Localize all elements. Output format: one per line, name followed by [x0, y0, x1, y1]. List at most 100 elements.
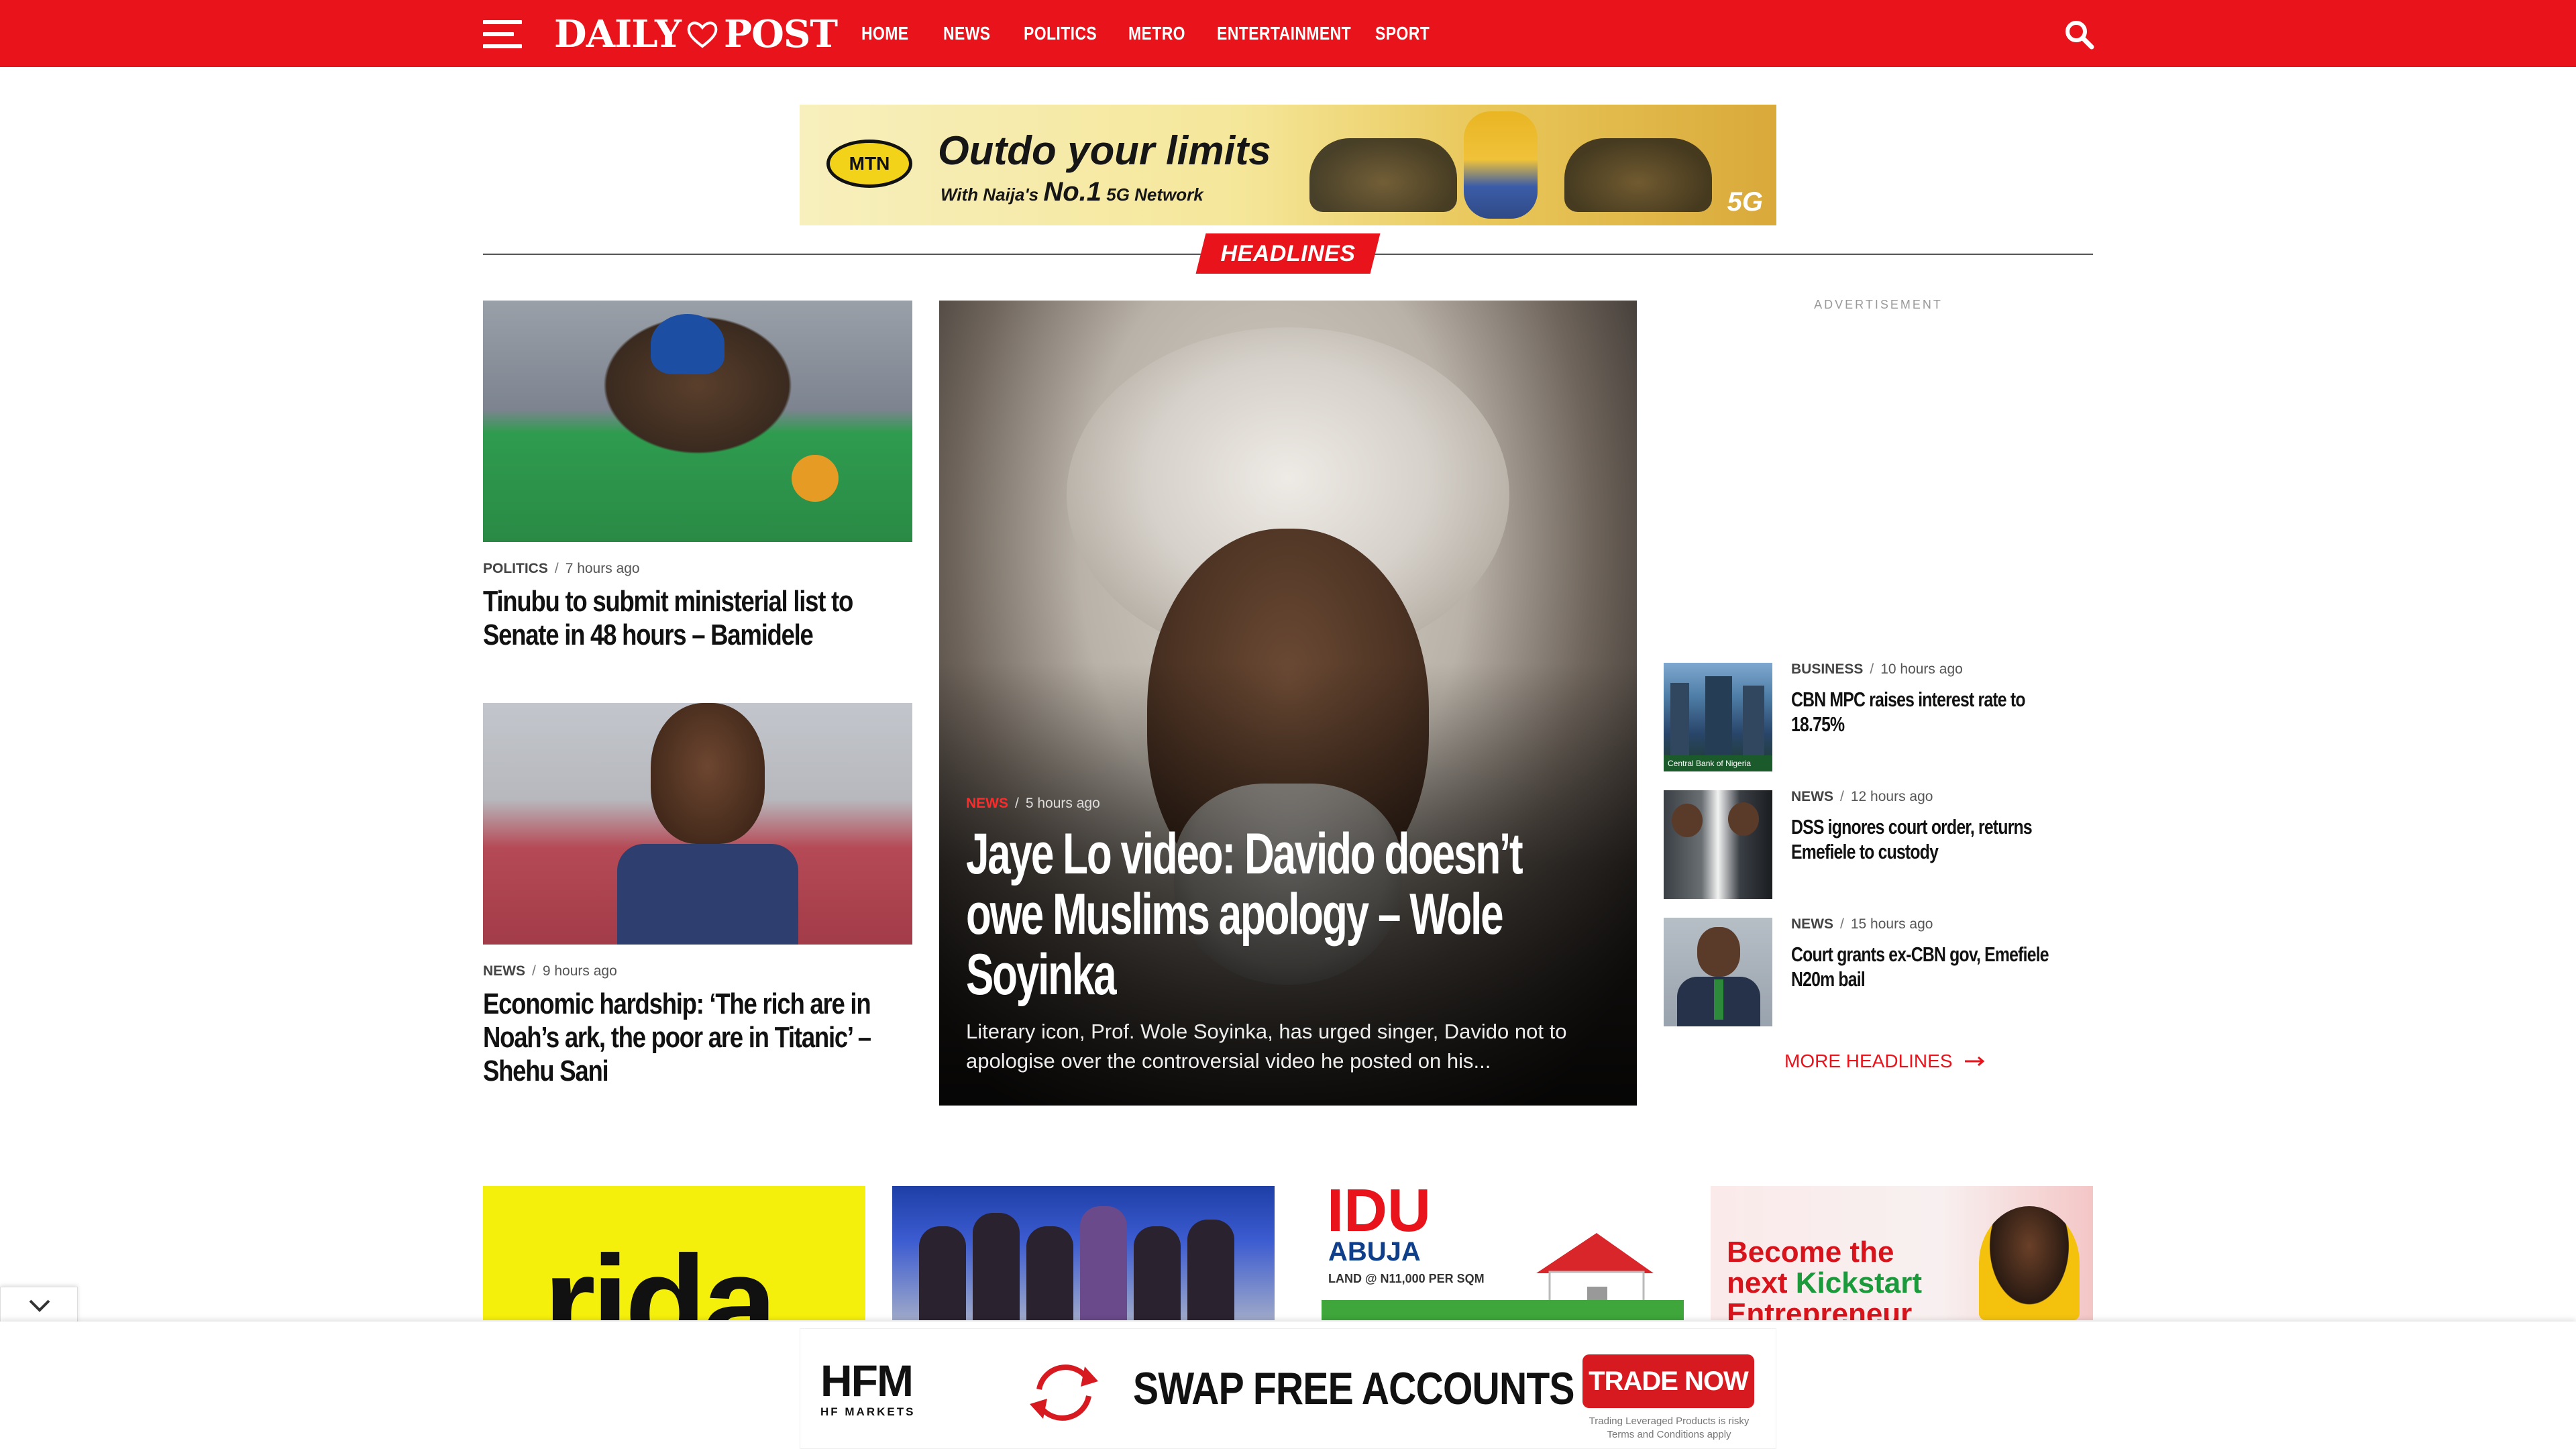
person-shape — [1187, 1220, 1234, 1320]
sidebar-time: 12 hours ago — [1850, 789, 1933, 804]
more-headlines-link[interactable]: MORE HEADLINES — [1784, 1051, 1985, 1072]
chevron-down-icon — [29, 1299, 50, 1312]
ad-slogan: Outdo your limits — [938, 128, 1271, 173]
face-shape — [1728, 802, 1759, 836]
sidebar-meta: BUSINESS / 10 hours ago — [1791, 661, 1963, 678]
bottom-banner-ad[interactable]: HFM HF MARKETS SWAP FREE ACCOUNTS TRADE … — [800, 1328, 1776, 1449]
logo-left-text: DAILY — [554, 12, 682, 56]
kickstart-line-2: next Kickstart — [1727, 1267, 1923, 1299]
article-meta: POLITICS / 7 hours ago — [483, 561, 640, 577]
article-time: 7 hours ago — [565, 561, 640, 576]
sidebar-meta: NEWS / 12 hours ago — [1791, 789, 1933, 805]
sticky-ad-collapse-button[interactable] — [0, 1287, 78, 1323]
sidebar-time: 10 hours ago — [1880, 661, 1963, 677]
nav-news[interactable]: NEWS — [943, 20, 990, 47]
trade-now-button[interactable]: TRADE NOW — [1582, 1354, 1754, 1408]
thumbnail-caption: Central Bank of Nigeria — [1664, 755, 1772, 771]
tie-shape — [1714, 979, 1723, 1020]
nav-politics[interactable]: POLITICS — [1024, 20, 1097, 47]
sidebar-category[interactable]: NEWS — [1791, 916, 1833, 932]
ad-disclaimer: Trading Leveraged Products is risky Term… — [1578, 1415, 1760, 1442]
ad-disclaimer-line-1: Trading Leveraged Products is risky — [1589, 1415, 1750, 1427]
person-shape — [919, 1226, 966, 1320]
site-logo[interactable]: DAILY POST — [554, 12, 838, 56]
search-icon[interactable] — [2063, 19, 2094, 50]
face-shape — [1672, 804, 1703, 837]
bottom-tile-group-photo[interactable] — [892, 1186, 1275, 1320]
ad-car-image-left — [1309, 138, 1457, 212]
ad-sub-suffix: 5G Network — [1106, 184, 1203, 205]
ad-rider-image — [1464, 111, 1538, 219]
person-shape — [1134, 1226, 1181, 1320]
arrow-right-icon — [1964, 1056, 1984, 1067]
meta-separator: / — [554, 561, 559, 576]
ad-sub-prefix: With Naija's — [941, 184, 1039, 205]
emefiele-custody-thumbnail[interactable] — [1664, 790, 1772, 899]
grass-strip — [1322, 1300, 1684, 1320]
article-title[interactable]: Economic hardship: ‘The rich are in Noah… — [483, 987, 906, 1088]
nav-sport[interactable]: SPORT — [1375, 20, 1430, 47]
kickstart-line-1: Become the — [1727, 1236, 1894, 1269]
ad-car-image-right — [1564, 138, 1712, 212]
article-time: 9 hours ago — [542, 963, 617, 979]
rida-logo-text: rida — [543, 1228, 777, 1320]
sidebar-title[interactable]: Court grants ex-CBN gov, Emefiele N20m b… — [1791, 942, 2070, 991]
featured-title[interactable]: Jaye Lo video: Davido doesn’t owe Muslim… — [966, 824, 1526, 1005]
idu-price: LAND @ N11,000 PER SQM — [1328, 1272, 1485, 1285]
bottom-tile-kickstart-ad[interactable]: Become the next Kickstart Entrepreneur — [1711, 1186, 2093, 1320]
hfm-brand: HFM — [820, 1356, 914, 1405]
nav-home[interactable]: HOME — [861, 20, 908, 47]
suit-shape — [617, 844, 798, 945]
face-shape — [651, 703, 765, 844]
meta-separator: / — [1840, 789, 1844, 804]
meta-separator: / — [1870, 661, 1874, 677]
featured-excerpt: Literary icon, Prof. Wole Soyinka, has u… — [966, 1020, 1567, 1073]
meta-separator: / — [532, 963, 536, 979]
sidebar-meta: NEWS / 15 hours ago — [1791, 916, 1933, 932]
swap-arrows-icon — [1030, 1364, 1098, 1421]
article-title[interactable]: Tinubu to submit ministerial list to Sen… — [483, 585, 906, 652]
featured-article[interactable]: NEWS / 5 hours ago Jaye Lo video: Davido… — [939, 301, 1637, 1106]
logo-right-text: POST — [723, 12, 838, 56]
sidebar-category[interactable]: NEWS — [1791, 789, 1833, 805]
article-meta: NEWS / 9 hours ago — [483, 963, 617, 979]
ad-disclaimer-line-2: Terms and Conditions apply — [1607, 1429, 1731, 1440]
kickstart-person-image — [1979, 1206, 2080, 1320]
nav-metro[interactable]: METRO — [1128, 20, 1185, 47]
kickstart-headline: Become the next Kickstart Entrepreneur — [1727, 1236, 1923, 1321]
building-shape — [1743, 686, 1764, 757]
logo-heart-icon — [687, 21, 718, 48]
featured-category[interactable]: NEWS — [966, 796, 1008, 812]
meta-separator: / — [1015, 796, 1019, 811]
featured-time: 5 hours ago — [1025, 796, 1100, 811]
hamburger-menu-icon[interactable] — [483, 20, 522, 48]
face-shape — [1697, 927, 1740, 977]
sidebar-category[interactable]: BUSINESS — [1791, 661, 1863, 678]
person-shape — [1080, 1206, 1127, 1320]
building-shape — [1670, 683, 1689, 757]
cbn-building-thumbnail[interactable]: Central Bank of Nigeria — [1664, 663, 1772, 771]
kickstart-line-3: Entrepreneur — [1727, 1297, 1913, 1321]
meta-separator: / — [1840, 916, 1844, 932]
article-image-shehu-sani[interactable] — [483, 703, 912, 945]
emefiele-bail-thumbnail[interactable] — [1664, 918, 1772, 1026]
bottom-tile-idu-abuja-ad[interactable]: IDU ABUJA LAND @ N11,000 PER SQM — [1322, 1186, 1684, 1320]
advertisement-label: ADVERTISEMENT — [1814, 298, 1943, 311]
person-shape — [973, 1213, 1020, 1320]
bottom-tile-rida[interactable]: rida — [483, 1186, 865, 1320]
article-category[interactable]: NEWS — [483, 963, 525, 979]
sidebar-title[interactable]: CBN MPC raises interest rate to 18.75% — [1791, 687, 2070, 737]
ad-sub-big: No.1 — [1043, 177, 1102, 207]
cap-shape — [651, 314, 724, 374]
hfm-logo: HFM HF MARKETS — [820, 1358, 938, 1419]
more-headlines-label: MORE HEADLINES — [1784, 1051, 1953, 1071]
article-category[interactable]: POLITICS — [483, 561, 548, 577]
top-navigation-bar: DAILY POST HOME NEWS POLITICS METRO ENTE… — [0, 0, 2576, 67]
top-banner-ad[interactable]: MTN Outdo your limits With Naija's No.1 … — [800, 105, 1776, 225]
sidebar-title[interactable]: DSS ignores court order, returns Emefiel… — [1791, 814, 2070, 864]
hfm-sub: HF MARKETS — [820, 1405, 916, 1418]
person-shape — [1026, 1226, 1073, 1320]
nav-entertainment[interactable]: ENTERTAINMENT — [1217, 20, 1351, 47]
idu-city: ABUJA — [1328, 1237, 1421, 1267]
article-image-tinubu[interactable] — [483, 301, 912, 542]
